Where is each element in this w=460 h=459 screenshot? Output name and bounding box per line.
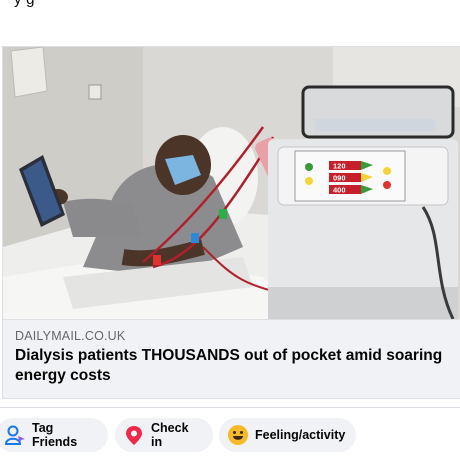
tag-friends-button[interactable]: Tag Friends	[0, 418, 108, 452]
location-pin-icon	[123, 424, 145, 446]
link-preview-card[interactable]: 120 090 400 DAILYMAIL.CO.UK Dialysis pat…	[2, 46, 460, 399]
feeling-activity-label: Feeling/activity	[255, 428, 346, 442]
post-text: y g	[14, 0, 35, 8]
check-in-label: Check in	[151, 421, 189, 449]
divider	[0, 407, 460, 408]
check-in-button[interactable]: Check in	[115, 418, 213, 452]
preview-image[interactable]: 120 090 400	[3, 47, 460, 319]
composer-actions: Tag Friends Check in Feeling/activity	[0, 418, 460, 452]
link-text-area[interactable]: DAILYMAIL.CO.UK Dialysis patients THOUSA…	[3, 319, 460, 398]
readout-2: 090	[333, 174, 346, 183]
post-text-strip: y g	[0, 0, 460, 46]
link-headline[interactable]: Dialysis patients THOUSANDS out of pocke…	[15, 346, 459, 386]
feeling-activity-button[interactable]: Feeling/activity	[219, 418, 356, 452]
tag-friends-icon	[4, 424, 26, 446]
readout-3: 400	[333, 186, 346, 195]
link-source: DAILYMAIL.CO.UK	[15, 329, 126, 343]
tag-friends-label: Tag Friends	[32, 421, 78, 449]
readout-1: 120	[333, 162, 346, 171]
smiley-icon	[227, 424, 249, 446]
